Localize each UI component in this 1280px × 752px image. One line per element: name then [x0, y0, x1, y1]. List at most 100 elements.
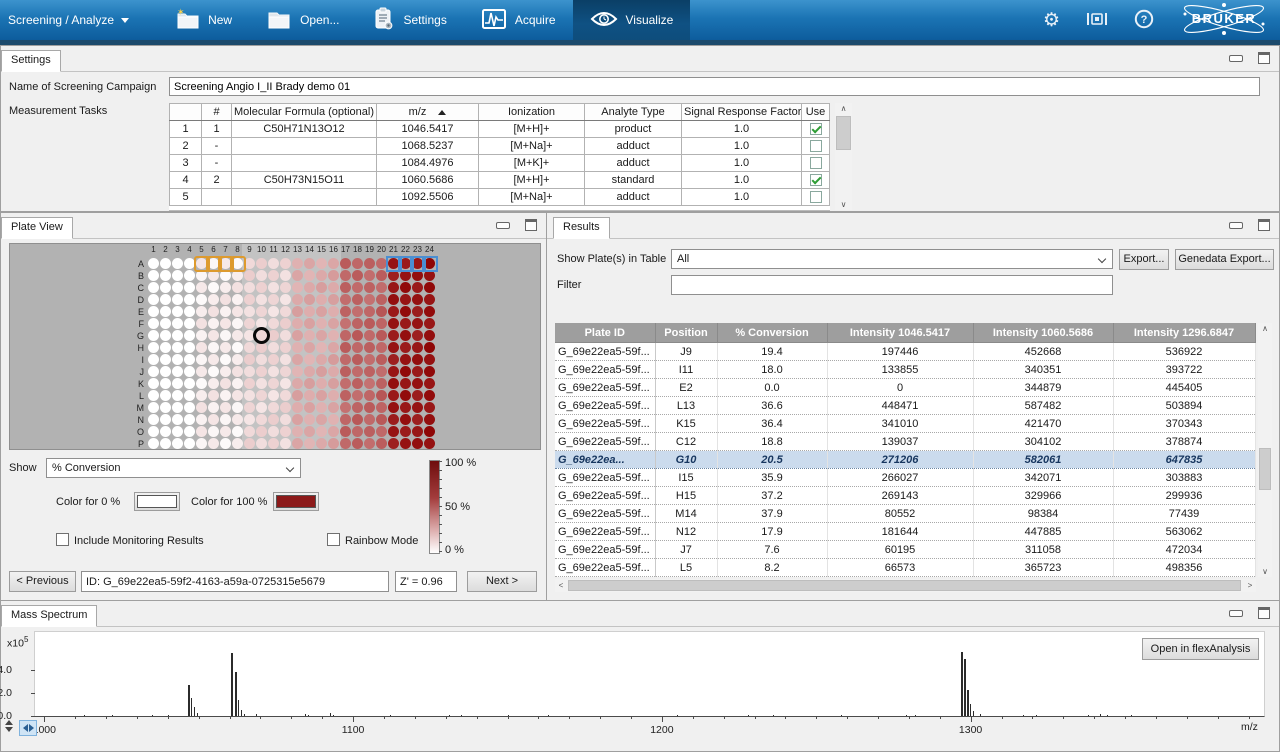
well-C10[interactable] — [256, 282, 267, 293]
well-J22[interactable] — [400, 366, 411, 377]
well-D6[interactable] — [208, 294, 219, 305]
well-K15[interactable] — [316, 378, 327, 389]
well-A1[interactable] — [148, 258, 159, 269]
well-E22[interactable] — [400, 306, 411, 317]
tasks-col-header[interactable]: Molecular Formula (optional) — [232, 104, 377, 121]
results-row-selected[interactable]: G_69e22ea...G1020.5271206582061647835 — [555, 451, 1255, 469]
well-E2[interactable] — [160, 306, 171, 317]
well-A12[interactable] — [280, 258, 291, 269]
show-dropdown[interactable]: % Conversion — [46, 458, 301, 478]
x-zoom-icon[interactable] — [19, 720, 37, 736]
well-H9[interactable] — [244, 342, 255, 353]
well-E16[interactable] — [328, 306, 339, 317]
well-O17[interactable] — [340, 426, 351, 437]
well-F24[interactable] — [424, 318, 435, 329]
well-J7[interactable] — [220, 366, 231, 377]
new-button[interactable]: ✶ New — [157, 0, 249, 40]
well-K5[interactable] — [196, 378, 207, 389]
well-G23[interactable] — [412, 330, 423, 341]
well-C13[interactable] — [292, 282, 303, 293]
well-H18[interactable] — [352, 342, 363, 353]
well-I15[interactable] — [316, 354, 327, 365]
plate-id-field[interactable]: ID: G_69e22ea5-59f2-4163-a59a-0725315e56… — [81, 571, 389, 592]
well-K2[interactable] — [160, 378, 171, 389]
well-I3[interactable] — [172, 354, 183, 365]
well-K3[interactable] — [172, 378, 183, 389]
well-O3[interactable] — [172, 426, 183, 437]
maximize-icon[interactable] — [525, 219, 537, 231]
well-N20[interactable] — [376, 414, 387, 425]
well-C3[interactable] — [172, 282, 183, 293]
well-G13[interactable] — [292, 330, 303, 341]
well-E3[interactable] — [172, 306, 183, 317]
well-B20[interactable] — [376, 270, 387, 281]
well-B10[interactable] — [256, 270, 267, 281]
well-I23[interactable] — [412, 354, 423, 365]
well-C12[interactable] — [280, 282, 291, 293]
well-C1[interactable] — [148, 282, 159, 293]
scroll-right-icon[interactable]: > — [1245, 581, 1255, 590]
well-P1[interactable] — [148, 438, 159, 449]
well-J19[interactable] — [364, 366, 375, 377]
well-C20[interactable] — [376, 282, 387, 293]
well-B4[interactable] — [184, 270, 195, 281]
well-F4[interactable] — [184, 318, 195, 329]
well-J18[interactable] — [352, 366, 363, 377]
well-B24[interactable] — [424, 270, 435, 281]
well-A14[interactable] — [304, 258, 315, 269]
well-J9[interactable] — [244, 366, 255, 377]
mode-menu[interactable]: Screening / Analyze — [8, 13, 129, 27]
well-I4[interactable] — [184, 354, 195, 365]
well-M8[interactable] — [232, 402, 243, 413]
well-I10[interactable] — [256, 354, 267, 365]
well-M20[interactable] — [376, 402, 387, 413]
well-B2[interactable] — [160, 270, 171, 281]
well-J5[interactable] — [196, 366, 207, 377]
well-K16[interactable] — [328, 378, 339, 389]
well-K24[interactable] — [424, 378, 435, 389]
well-O23[interactable] — [412, 426, 423, 437]
well-D17[interactable] — [340, 294, 351, 305]
results-col-header[interactable]: Position — [655, 323, 717, 343]
well-M2[interactable] — [160, 402, 171, 413]
well-F12[interactable] — [280, 318, 291, 329]
well-F2[interactable] — [160, 318, 171, 329]
well-P19[interactable] — [364, 438, 375, 449]
well-D7[interactable] — [220, 294, 231, 305]
well-E8[interactable] — [232, 306, 243, 317]
maximize-icon[interactable] — [1258, 607, 1270, 619]
well-L15[interactable] — [316, 390, 327, 401]
well-N16[interactable] — [328, 414, 339, 425]
well-I2[interactable] — [160, 354, 171, 365]
well-C17[interactable] — [340, 282, 351, 293]
well-H7[interactable] — [220, 342, 231, 353]
well-N2[interactable] — [160, 414, 171, 425]
scroll-left-icon[interactable]: < — [556, 581, 566, 590]
well-D22[interactable] — [400, 294, 411, 305]
well-I21[interactable] — [388, 354, 399, 365]
well-B7[interactable] — [220, 270, 231, 281]
results-row[interactable]: G_69e22ea5-59f...K1536.43410104214703703… — [555, 415, 1255, 433]
well-P20[interactable] — [376, 438, 387, 449]
well-N13[interactable] — [292, 414, 303, 425]
well-G14[interactable] — [304, 330, 315, 341]
well-D5[interactable] — [196, 294, 207, 305]
well-J4[interactable] — [184, 366, 195, 377]
results-row[interactable]: G_69e22ea5-59f...J77.660195311058472034 — [555, 541, 1255, 559]
well-E10[interactable] — [256, 306, 267, 317]
well-D4[interactable] — [184, 294, 195, 305]
well-L4[interactable] — [184, 390, 195, 401]
well-H21[interactable] — [388, 342, 399, 353]
results-row[interactable]: G_69e22ea5-59f...J919.419744645266853692… — [555, 343, 1255, 361]
well-D23[interactable] — [412, 294, 423, 305]
minimize-icon[interactable] — [1229, 55, 1243, 62]
well-E11[interactable] — [268, 306, 279, 317]
well-A16[interactable] — [328, 258, 339, 269]
well-J15[interactable] — [316, 366, 327, 377]
use-checkbox[interactable] — [810, 140, 822, 152]
scroll-down-icon[interactable]: ∨ — [1258, 567, 1272, 576]
well-H15[interactable] — [316, 342, 327, 353]
well-C16[interactable] — [328, 282, 339, 293]
well-E13[interactable] — [292, 306, 303, 317]
scroll-up-icon[interactable]: ∧ — [1258, 324, 1272, 333]
